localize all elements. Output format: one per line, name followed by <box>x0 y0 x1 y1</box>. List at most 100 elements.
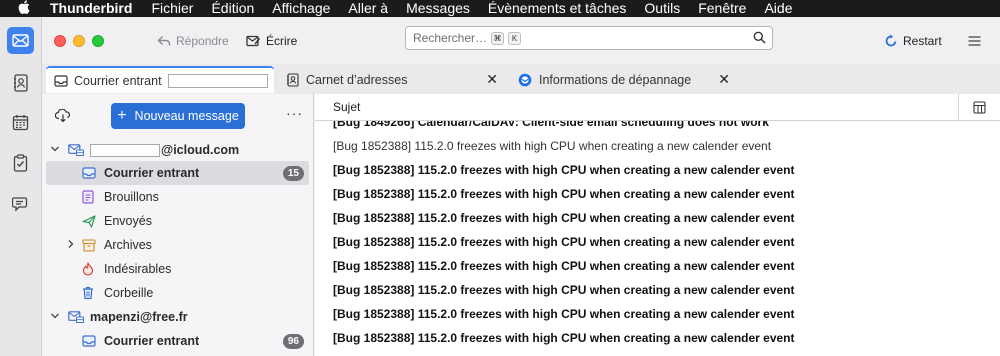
tab-inbox-label: Courrier entrant <box>74 73 162 88</box>
folder-label: Archives <box>104 238 152 252</box>
message-subject: [Bug 1852388] 115.2.0 freezes with high … <box>333 187 795 201</box>
tab-close-icon[interactable]: ✕ <box>486 71 498 88</box>
tab-address-book-label: Carnet d’adresses <box>306 72 408 87</box>
chevron-down-icon[interactable] <box>50 144 60 157</box>
unread-count-badge: 96 <box>282 333 304 349</box>
menu-fichier[interactable]: Fichier <box>142 0 202 17</box>
thunderbird-logo-icon <box>518 73 532 86</box>
title-bar: Répondre Écrire Rechercher… ⌘ K Restart <box>42 17 1000 64</box>
column-picker-icon[interactable] <box>958 94 1000 121</box>
folder-archives[interactable]: Archives <box>46 233 309 257</box>
spaces-toolbar <box>0 17 42 356</box>
message-subject: [Bug 1852388] 115.2.0 freezes with high … <box>333 163 795 177</box>
calendar-space-button[interactable] <box>7 109 34 136</box>
write-button[interactable]: Écrire <box>246 30 297 52</box>
inbox-icon <box>82 167 96 179</box>
message-row[interactable]: [Bug 1852388] 115.2.0 freezes with high … <box>315 230 1000 254</box>
mail-space-button[interactable] <box>7 27 34 54</box>
chevron-right-icon[interactable] <box>66 239 76 252</box>
address-book-tab-icon <box>287 72 299 87</box>
folder-trash[interactable]: Corbeille <box>46 281 309 305</box>
new-message-label: Nouveau message <box>134 109 239 123</box>
menu-app-name[interactable]: Thunderbird <box>48 0 142 17</box>
redacted-account-box <box>167 73 268 88</box>
folder-pane: + Nouveau message ··· @icloud.com Courri… <box>42 94 314 356</box>
message-list-header: Sujet <box>315 94 1000 121</box>
folder-pane-more-icon[interactable]: ··· <box>286 105 303 121</box>
chat-icon <box>11 197 27 212</box>
tab-close-icon[interactable]: ✕ <box>718 71 730 88</box>
message-row[interactable]: [Bug 1852388] 115.2.0 freezes with high … <box>315 134 1000 158</box>
folder-label: Brouillons <box>104 190 159 204</box>
search-icon <box>753 31 766 47</box>
menu-fenetre[interactable]: Fenêtre <box>689 0 755 17</box>
menu-evenements[interactable]: Évènements et tâches <box>479 0 636 17</box>
search-field[interactable]: Rechercher… ⌘ K <box>405 26 773 50</box>
message-subject: [Bug 1852388] 115.2.0 freezes with high … <box>333 139 772 153</box>
account-free[interactable]: mapenzi@free.fr <box>46 305 309 329</box>
tasks-space-button[interactable] <box>7 149 34 176</box>
tasks-icon <box>13 153 28 172</box>
restart-label: Restart <box>903 34 942 48</box>
account-name-suffix: @icloud.com <box>161 142 240 157</box>
message-row[interactable]: [Bug 1852388] 115.2.0 freezes with high … <box>315 182 1000 206</box>
message-subject: [Bug 1852388] 115.2.0 freezes with high … <box>333 283 795 297</box>
chat-space-button[interactable] <box>7 191 34 218</box>
shortcut-k-key: K <box>508 31 522 45</box>
folder-sent[interactable]: Envoyés <box>46 209 309 233</box>
menu-affichage[interactable]: Affichage <box>263 0 339 17</box>
new-message-button[interactable]: + Nouveau message <box>111 103 245 129</box>
apple-menu-icon[interactable] <box>0 0 48 17</box>
tab-inbox[interactable]: Courrier entrant <box>46 66 274 93</box>
folder-inbox[interactable]: Courrier entrant 96 <box>46 329 309 353</box>
account-icloud[interactable]: @icloud.com <box>46 138 309 162</box>
message-list: [Bug 1849266] Calendar/CalDAV: Client-si… <box>315 94 1000 356</box>
macos-menu-bar: Thunderbird Fichier Édition Affichage Al… <box>0 0 1000 17</box>
account-name: mapenzi@free.fr <box>90 310 188 324</box>
menu-outils[interactable]: Outils <box>635 0 689 17</box>
restart-button[interactable]: Restart <box>884 30 942 52</box>
reply-icon <box>157 36 171 46</box>
window-zoom-button[interactable] <box>92 35 104 47</box>
folder-junk[interactable]: Indésirables <box>46 257 309 281</box>
folder-label: Courrier entrant <box>104 334 200 348</box>
chevron-down-icon[interactable] <box>50 311 60 324</box>
tab-address-book[interactable]: Carnet d’adresses ✕ <box>278 66 502 93</box>
message-row[interactable]: [Bug 1852388] 115.2.0 freezes with high … <box>315 278 1000 302</box>
folder-label: Courrier entrant <box>104 166 200 180</box>
menu-aller-a[interactable]: Aller à <box>339 0 397 17</box>
write-label: Écrire <box>266 34 298 48</box>
get-messages-icon[interactable] <box>54 108 71 125</box>
sent-icon <box>82 214 96 228</box>
address-book-icon <box>13 73 28 92</box>
folder-inbox[interactable]: Courrier entrant 15 <box>46 161 309 185</box>
reply-button[interactable]: Répondre <box>157 30 229 52</box>
window-minimize-button[interactable] <box>73 35 85 47</box>
message-row[interactable]: [Bug 1852388] 115.2.0 freezes with high … <box>315 254 1000 278</box>
folder-drafts[interactable]: Brouillons <box>46 185 309 209</box>
message-row[interactable]: [Bug 1852388] 115.2.0 freezes with high … <box>315 326 1000 350</box>
junk-flame-icon <box>82 262 94 276</box>
restart-icon <box>885 34 897 47</box>
trash-icon <box>82 286 94 300</box>
mail-account-icon <box>68 311 84 323</box>
tab-troubleshooting-label: Informations de dépannage <box>539 72 692 87</box>
message-row[interactable]: [Bug 1852388] 115.2.0 freezes with high … <box>315 158 1000 182</box>
account-name: @icloud.com <box>90 142 240 158</box>
tab-troubleshooting[interactable]: Informations de dépannage ✕ <box>512 66 734 93</box>
message-row[interactable]: [Bug 1852388] 115.2.0 freezes with high … <box>315 302 1000 326</box>
hamburger-icon <box>968 36 981 46</box>
folder-label: Envoyés <box>104 214 152 228</box>
app-menu-button[interactable] <box>968 30 981 52</box>
menu-edition[interactable]: Édition <box>202 0 263 17</box>
menu-aide[interactable]: Aide <box>755 0 801 17</box>
address-book-space-button[interactable] <box>7 69 34 96</box>
folder-label: Corbeille <box>104 286 154 300</box>
subject-column-header[interactable]: Sujet <box>333 100 360 114</box>
message-subject: [Bug 1852388] 115.2.0 freezes with high … <box>333 235 795 249</box>
window-close-button[interactable] <box>54 35 66 47</box>
menu-messages[interactable]: Messages <box>397 0 479 17</box>
message-row[interactable]: [Bug 1852388] 115.2.0 freezes with high … <box>315 206 1000 230</box>
message-subject: [Bug 1852388] 115.2.0 freezes with high … <box>333 331 795 345</box>
tab-bar: Courrier entrant Carnet d’adresses ✕ Inf… <box>42 64 1000 94</box>
